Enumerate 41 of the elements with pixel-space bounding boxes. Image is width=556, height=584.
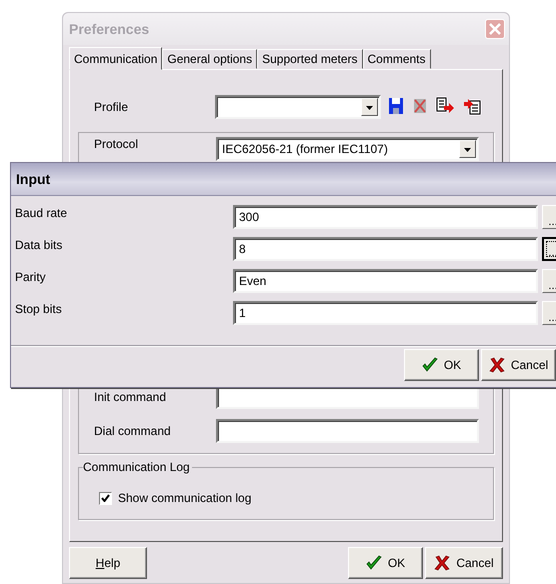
cross-icon — [488, 357, 505, 373]
checkbox-label: Show communication log — [118, 491, 252, 505]
tab[interactable]: Comments — [362, 49, 431, 69]
tab[interactable]: General options — [162, 49, 258, 69]
field-label: Baud rate — [15, 205, 68, 220]
check-icon — [422, 357, 438, 373]
dropdown-arrow-icon — [365, 104, 374, 110]
cross-icon — [434, 555, 450, 571]
input-field[interactable]: 1 — [233, 301, 538, 325]
dial-command-field[interactable] — [216, 419, 479, 443]
dialog-title: Input — [16, 171, 50, 187]
field-label: Stop bits — [15, 301, 63, 316]
cancel-button[interactable]: Cancel — [481, 349, 556, 381]
protocol-dropdown[interactable]: IEC62056-21 (former IEC1107) — [216, 137, 479, 161]
profile-dropdown[interactable] — [215, 95, 381, 119]
protocol-label: Protocol — [93, 137, 140, 151]
import-button[interactable] — [463, 96, 481, 118]
profile-label: Profile — [93, 100, 130, 114]
document-arrow-icon — [436, 96, 454, 114]
tab[interactable]: Communication — [69, 47, 162, 70]
field-label: Parity — [15, 269, 47, 284]
init-command-label: Init command — [93, 390, 168, 404]
dial-command-label: Dial command — [93, 424, 172, 438]
help-button[interactable]: Help — [69, 547, 147, 579]
dropdown-arrow-icon — [463, 146, 472, 152]
group-title: Communication Log — [83, 460, 192, 474]
input-field[interactable]: 8 — [233, 237, 538, 261]
ok-button[interactable]: OK — [404, 349, 479, 381]
arrow-document-icon — [463, 96, 481, 114]
input-field[interactable]: 300 — [233, 205, 538, 229]
check-icon — [366, 555, 382, 571]
input-field[interactable]: Even — [233, 269, 538, 293]
checkbox[interactable] — [99, 492, 112, 504]
close-icon — [488, 22, 502, 36]
cross-icon — [413, 96, 427, 114]
cancel-button[interactable]: Cancel — [425, 547, 503, 579]
ok-button[interactable]: OK — [348, 547, 423, 579]
field-label: Data bits — [15, 237, 64, 252]
window-title: Preferences — [69, 21, 150, 37]
tab[interactable]: Supported meters — [257, 49, 362, 69]
check-icon — [101, 494, 110, 502]
